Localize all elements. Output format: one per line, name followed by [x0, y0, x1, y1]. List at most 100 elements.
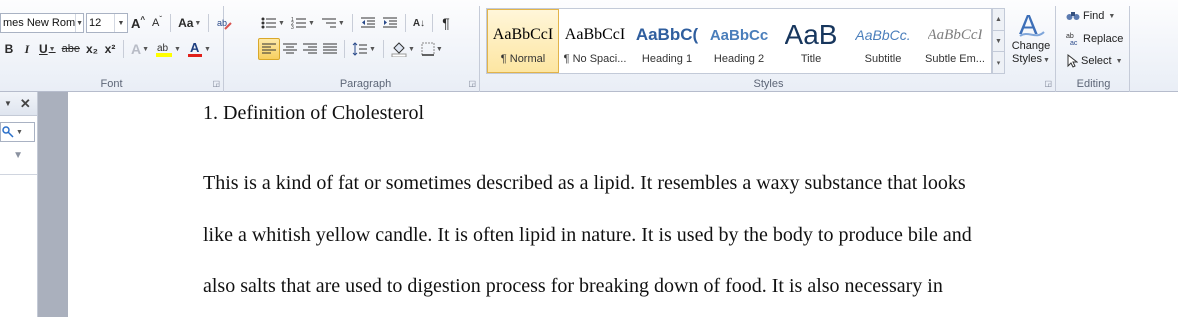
- increase-indent-button[interactable]: [379, 12, 401, 34]
- font-size-combo[interactable]: 12 ▼: [86, 13, 128, 33]
- dialog-launcher-icon[interactable]: ◲: [212, 79, 220, 88]
- divider: [208, 14, 210, 32]
- scroll-up-icon[interactable]: ▲: [993, 9, 1004, 31]
- divider: [344, 40, 345, 58]
- change-styles-label-1: Change: [1011, 40, 1051, 52]
- line-spacing-button[interactable]: ▼: [349, 38, 379, 60]
- document-page[interactable]: 1. Definition of Cholesterol This is a k…: [68, 92, 1178, 317]
- change-case-label: Aa: [178, 16, 194, 30]
- numbering-button[interactable]: 1 2 3 ▼: [288, 12, 318, 34]
- editing-group: Find ▼ ab ac Replace Select ▼ Editing: [1058, 6, 1130, 92]
- style-name: Title: [800, 53, 822, 65]
- divider: [170, 14, 172, 32]
- divider: [432, 14, 434, 32]
- nav-search-box[interactable]: ▼: [0, 122, 35, 142]
- highlight-color-button[interactable]: ab ▼: [152, 38, 184, 60]
- font-name-combo[interactable]: mes New Rom ▼: [0, 13, 84, 33]
- find-label: Find: [1083, 10, 1105, 22]
- shrink-font-label: A: [152, 17, 160, 29]
- style-no-spacing[interactable]: AaBbCcI ¶ No Spaci...: [559, 9, 631, 73]
- select-button[interactable]: Select ▼: [1066, 54, 1123, 68]
- paint-bucket-icon: [391, 42, 407, 57]
- subscript-button[interactable]: x₂: [83, 38, 101, 60]
- superscript-label: x²: [104, 42, 116, 56]
- decrease-indent-icon: [360, 17, 375, 28]
- grow-font-button[interactable]: A ^: [128, 12, 148, 34]
- navigation-pane-header: ▼ ✕: [0, 92, 37, 116]
- borders-button[interactable]: ▼: [418, 38, 446, 60]
- chevron-down-icon[interactable]: ▼: [0, 150, 37, 161]
- styles-gallery: AaBbCcI ¶ Normal AaBbCcI ¶ No Spaci... A…: [486, 8, 992, 74]
- superscript-button[interactable]: x²: [101, 38, 119, 60]
- style-title[interactable]: AaB Title: [775, 9, 847, 73]
- divider: [404, 14, 406, 32]
- svg-text:ab: ab: [217, 18, 227, 28]
- gallery-more-icon[interactable]: ▾: [993, 52, 1004, 73]
- change-styles-button[interactable]: A Change Styles▼: [1008, 8, 1054, 74]
- align-right-button[interactable]: [300, 38, 320, 60]
- align-center-button[interactable]: [280, 38, 300, 60]
- editing-group-label: Editing: [1076, 78, 1111, 90]
- style-sample: AaBbCcI: [564, 26, 626, 43]
- replace-button[interactable]: ab ac Replace: [1066, 32, 1123, 46]
- style-sample: AaB: [784, 19, 838, 50]
- change-styles-label-2: Styles▼: [1012, 53, 1050, 65]
- style-name: ¶ No Spaci...: [563, 53, 627, 65]
- close-icon[interactable]: ✕: [20, 96, 31, 112]
- clear-formatting-button[interactable]: ab: [213, 12, 235, 34]
- font-color-button[interactable]: A ▼: [184, 38, 214, 60]
- change-case-button[interactable]: Aa ▼: [175, 12, 204, 34]
- strikethrough-button[interactable]: abe: [59, 38, 83, 60]
- styles-gallery-scroll: ▲ ▼ ▾: [992, 8, 1005, 74]
- style-sample: AaBbCcI: [492, 26, 554, 43]
- cursor-arrow-icon: [1067, 54, 1078, 68]
- subscript-label: x₂: [85, 42, 98, 56]
- style-normal[interactable]: AaBbCcI ¶ Normal: [487, 9, 559, 73]
- style-heading-1[interactable]: AaBbC( Heading 1: [631, 9, 703, 73]
- replace-icon: abac: [1066, 33, 1078, 46]
- paragraph-group-label: Paragraph: [339, 78, 392, 90]
- svg-text:ac: ac: [1070, 40, 1078, 46]
- text-effects-button[interactable]: A ▼: [128, 38, 152, 60]
- dialog-launcher-icon[interactable]: ◲: [1044, 79, 1052, 88]
- shrink-font-button[interactable]: Aˇ: [148, 12, 166, 34]
- shading-button[interactable]: ▼: [388, 38, 418, 60]
- sort-button[interactable]: A↓: [410, 12, 428, 34]
- show-formatting-button[interactable]: ¶: [437, 12, 455, 34]
- navigation-pane: ▼ ✕ ▼ ▼: [0, 92, 38, 317]
- bold-label: B: [4, 42, 14, 56]
- justify-button[interactable]: [320, 38, 340, 60]
- grow-font-label: A: [131, 15, 141, 31]
- underline-button[interactable]: U ▼: [36, 38, 59, 60]
- justify-icon: [323, 43, 337, 54]
- style-sample: AaBbCc.: [855, 27, 911, 43]
- change-styles-label-2-text: Styles: [1012, 53, 1043, 65]
- bold-button[interactable]: B: [0, 38, 18, 60]
- bullets-button[interactable]: ▼: [258, 12, 288, 34]
- select-label: Select: [1081, 55, 1112, 67]
- sort-label: A↓: [412, 17, 426, 29]
- style-name: Subtle Em...: [925, 53, 985, 65]
- document-gutter: [38, 92, 68, 317]
- multilevel-list-button[interactable]: ▼: [318, 12, 348, 34]
- pilcrow-icon: ¶: [442, 15, 450, 31]
- clear-formatting-icon: ab: [217, 18, 233, 30]
- font-group-label: Font: [100, 78, 123, 90]
- style-subtitle[interactable]: AaBbCc. Subtitle: [847, 9, 919, 73]
- style-heading-2[interactable]: AaBbCc Heading 2: [703, 9, 775, 73]
- styles-group-label: Styles: [753, 78, 784, 90]
- italic-button[interactable]: I: [18, 38, 36, 60]
- dialog-launcher-icon[interactable]: ◲: [468, 79, 476, 88]
- font-color-icon: A: [187, 40, 202, 57]
- bullet-list-icon: [261, 17, 276, 29]
- decrease-indent-button[interactable]: [357, 12, 379, 34]
- pane-menu-icon[interactable]: ▼: [4, 99, 12, 108]
- ribbon: mes New Rom ▼ 12 ▼ A ^ Aˇ Aa ▼ ab B I U ▼ a…: [0, 0, 1178, 92]
- find-button[interactable]: Find ▼: [1066, 10, 1115, 22]
- highlighter-icon: ab: [156, 43, 173, 57]
- style-subtle-emphasis[interactable]: AaBbCcI Subtle Em...: [919, 9, 991, 73]
- scroll-down-icon[interactable]: ▼: [993, 31, 1004, 53]
- style-sample: AaBbC(: [635, 25, 699, 44]
- document-heading: 1. Definition of Cholesterol: [203, 102, 425, 124]
- align-left-button[interactable]: [258, 38, 280, 60]
